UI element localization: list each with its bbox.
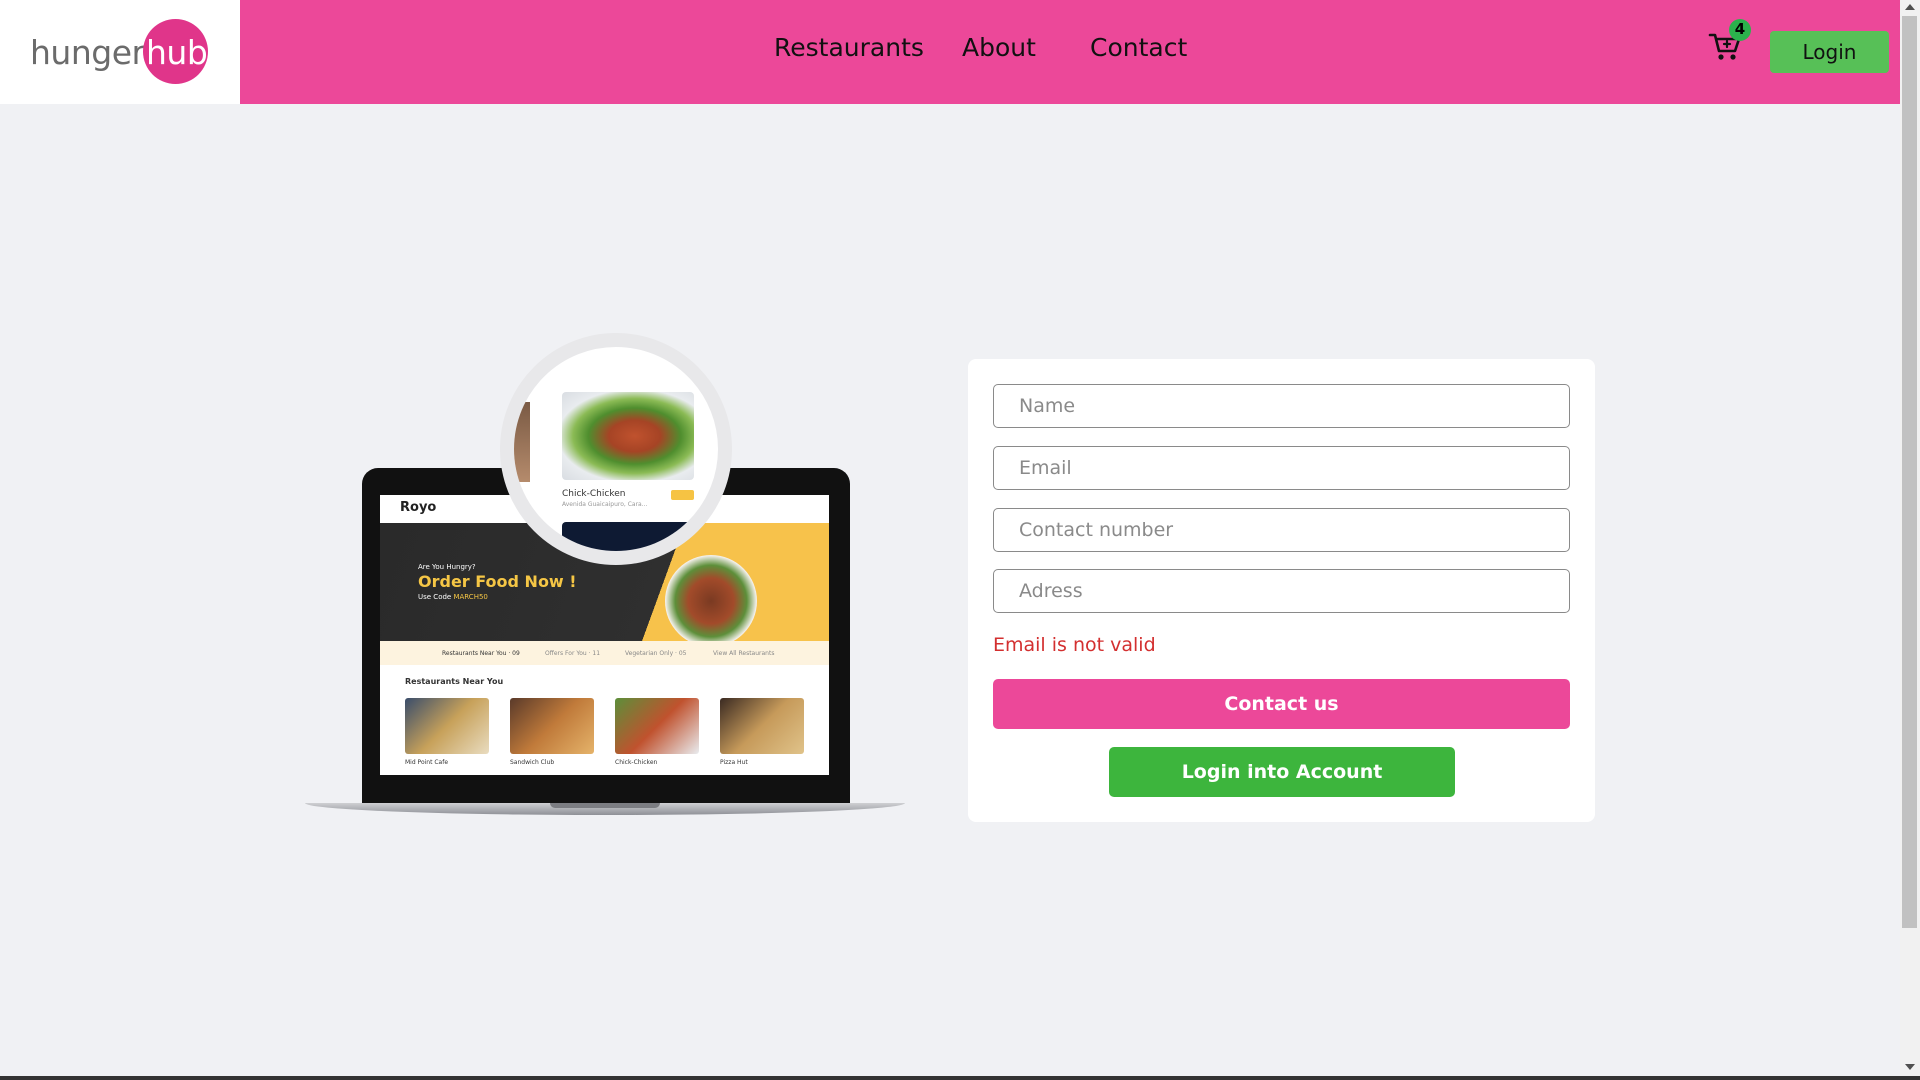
top-navbar: hunger hub Restaurants About Contact 4 L…: [0, 0, 1900, 104]
logo-text-hub: hub: [146, 33, 208, 72]
email-error-message: Email is not valid: [993, 634, 1156, 656]
magnifier-title: Chick-Chicken: [562, 489, 626, 499]
preview-tab: View All Restaurants: [713, 650, 775, 657]
preview-card-image: [405, 698, 489, 754]
email-field[interactable]: [993, 446, 1570, 490]
laptop-illustration: Royo Are You Hungry? Order Food Now ! Us…: [300, 330, 910, 820]
preview-tabs: Restaurants Near You · 09 Offers For You…: [380, 641, 829, 665]
preview-card-image: [720, 698, 804, 754]
magnifier-side-image: [514, 402, 530, 482]
scroll-up-arrow-icon[interactable]: [1905, 4, 1915, 10]
cart-count-badge: 4: [1729, 19, 1751, 41]
contact-us-button[interactable]: Contact us: [993, 679, 1570, 729]
preview-tab: Offers For You · 11: [545, 650, 601, 657]
preview-card-name: Chick-Chicken: [615, 759, 658, 766]
laptop-notch: [550, 803, 660, 808]
address-field[interactable]: [993, 569, 1570, 613]
rating-badge: [671, 490, 694, 500]
preview-headline: Order Food Now !: [418, 572, 577, 591]
magnifier-circle: Chick-Chicken Avenida Guaicaipuro, Cara.…: [500, 333, 732, 565]
preview-tab: Restaurants Near You · 09: [442, 650, 520, 657]
preview-card-image: [510, 698, 594, 754]
nav-contact[interactable]: Contact: [1090, 33, 1187, 62]
preview-code-prefix: Use Code: [418, 593, 452, 601]
preview-hungry-text: Are You Hungry?: [418, 563, 476, 571]
preview-card-name: Pizza Hut: [720, 759, 748, 766]
logo-text-hunger: hunger: [30, 33, 145, 72]
preview-food-plate: [665, 555, 757, 647]
preview-section-title: Restaurants Near You: [405, 677, 504, 686]
preview-tab: Vegetarian Only · 05: [625, 650, 687, 657]
brand-logo[interactable]: hunger hub: [0, 0, 240, 104]
preview-card-name: Mid Point Cafe: [405, 759, 449, 766]
preview-code-line: Use Code MARCH50: [418, 593, 488, 601]
nav-restaurants[interactable]: Restaurants: [774, 33, 924, 62]
nav-about[interactable]: About: [962, 33, 1036, 62]
preview-brand: Royo: [400, 500, 437, 515]
name-field[interactable]: [993, 384, 1570, 428]
vertical-scrollbar[interactable]: [1900, 0, 1920, 1076]
login-into-account-button[interactable]: Login into Account: [1109, 747, 1455, 797]
preview-card-image: [615, 698, 699, 754]
header-login-button[interactable]: Login: [1770, 31, 1889, 73]
contact-form-card: Email is not valid Contact us Login into…: [968, 359, 1595, 822]
contact-number-field[interactable]: [993, 508, 1570, 552]
scroll-down-arrow-icon[interactable]: [1905, 1064, 1915, 1070]
preview-card-name: Sandwich Club: [510, 759, 555, 766]
magnifier-subtitle: Avenida Guaicaipuro, Cara...: [562, 501, 648, 508]
preview-code: MARCH50: [453, 593, 488, 601]
scrollbar-thumb[interactable]: [1902, 16, 1917, 928]
magnifier-food-image: [562, 392, 694, 480]
window-bottom-edge: [0, 1076, 1920, 1080]
